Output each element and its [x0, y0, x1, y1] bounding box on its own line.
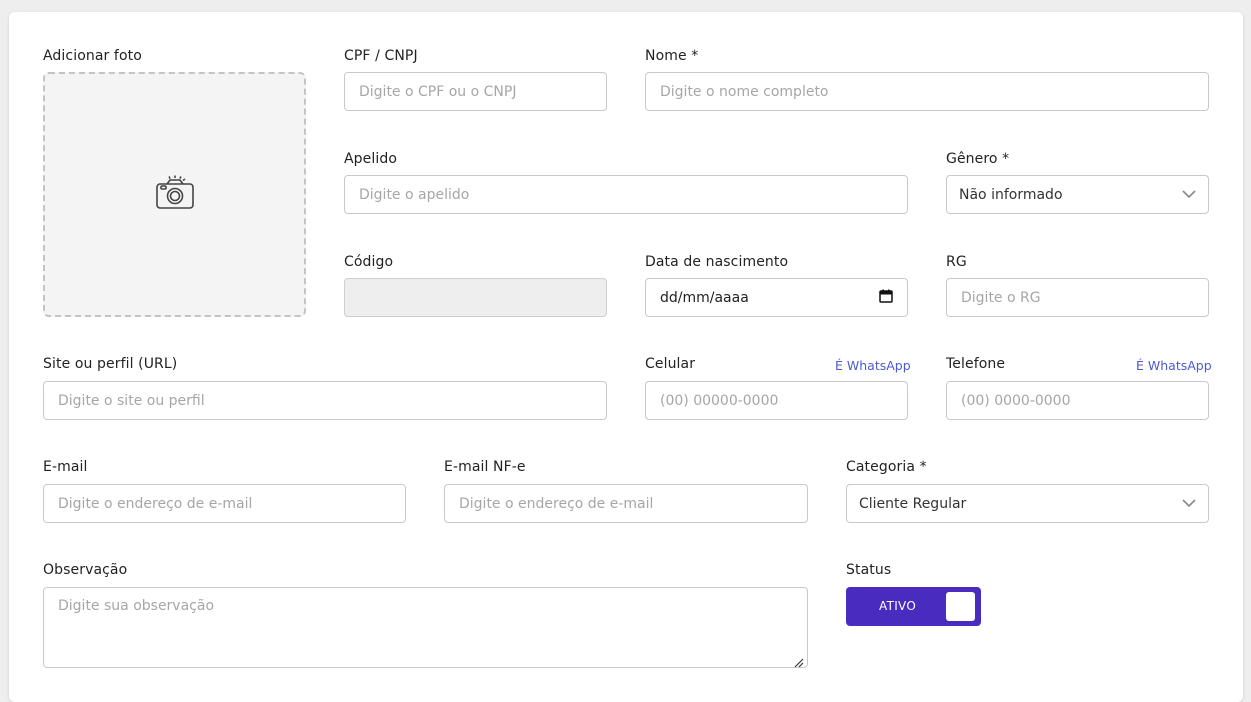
nome-label: Nome * — [645, 48, 699, 64]
site-label: Site ou perfil (URL) — [43, 356, 178, 372]
nome-input[interactable] — [645, 72, 1209, 111]
telefone-label: Telefone — [946, 356, 1006, 372]
genero-select[interactable]: Não informado — [946, 175, 1209, 214]
email-input[interactable] — [43, 484, 406, 523]
photo-upload-area[interactable] — [43, 72, 306, 317]
genero-value: Não informado — [959, 186, 1063, 203]
celular-label: Celular — [645, 356, 696, 372]
chevron-down-icon — [1182, 497, 1196, 511]
chevron-down-icon — [1182, 188, 1196, 202]
telefone-whatsapp-link[interactable]: É WhatsApp — [1136, 358, 1212, 373]
celular-whatsapp-link[interactable]: É WhatsApp — [835, 358, 911, 373]
codigo-label: Código — [344, 254, 394, 270]
nascimento-date-input[interactable]: dd/mm/aaaa — [645, 278, 908, 317]
telefone-input[interactable] — [946, 381, 1209, 420]
rg-label: RG — [946, 254, 967, 270]
email-label: E-mail — [43, 459, 88, 475]
resize-handle-icon[interactable] — [792, 653, 804, 668]
email-nfe-label: E-mail NF-e — [444, 459, 526, 475]
toggle-knob — [946, 592, 975, 621]
rg-input[interactable] — [946, 278, 1209, 317]
apelido-input[interactable] — [344, 175, 908, 214]
observacao-label: Observação — [43, 562, 128, 578]
categoria-select[interactable]: Cliente Regular — [846, 484, 1209, 523]
observacao-textarea[interactable] — [43, 587, 808, 668]
calendar-icon[interactable] — [879, 289, 893, 307]
apelido-label: Apelido — [344, 151, 398, 167]
nascimento-label: Data de nascimento — [645, 254, 789, 270]
cpf-label: CPF / CNPJ — [344, 48, 418, 64]
status-toggle[interactable]: ATIVO — [846, 587, 981, 626]
genero-label: Gênero * — [946, 151, 1010, 167]
site-input[interactable] — [43, 381, 607, 420]
email-nfe-input[interactable] — [444, 484, 808, 523]
photo-label: Adicionar foto — [43, 48, 142, 64]
celular-input[interactable] — [645, 381, 908, 420]
cpf-input[interactable] — [344, 72, 607, 111]
categoria-value: Cliente Regular — [859, 495, 967, 512]
codigo-input — [344, 278, 607, 317]
camera-icon — [155, 175, 195, 215]
categoria-label: Categoria * — [846, 459, 927, 475]
status-label: Status — [846, 562, 892, 578]
nascimento-value: dd/mm/aaaa — [660, 289, 749, 306]
status-toggle-text: ATIVO — [879, 599, 917, 613]
